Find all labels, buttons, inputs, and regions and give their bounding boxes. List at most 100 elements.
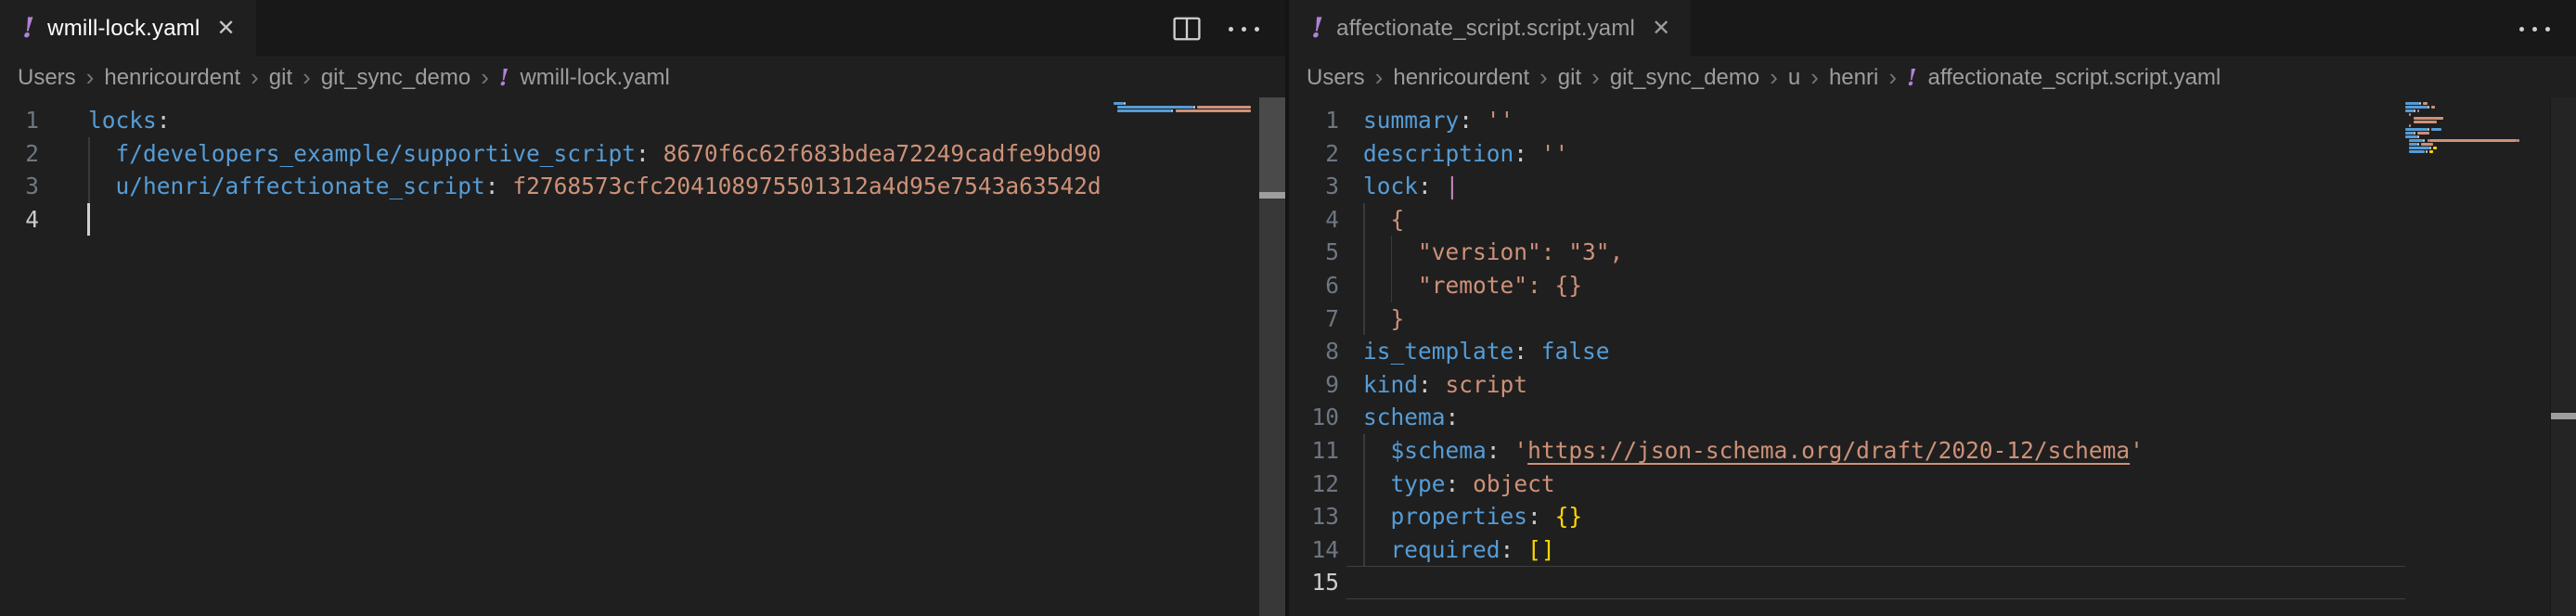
line-number[interactable]: 7 — [1289, 302, 1339, 336]
more-actions-icon[interactable] — [2518, 21, 2552, 37]
minimap-line — [1114, 109, 1251, 112]
line-number[interactable]: 15 — [1289, 566, 1339, 599]
breadcrumb-file[interactable]: affectionate_script.script.yaml — [1928, 65, 2222, 91]
breadcrumb-file[interactable]: wmill-lock.yaml — [520, 65, 669, 91]
line-number[interactable]: 14 — [1289, 533, 1339, 567]
minimap-line — [2405, 109, 2543, 112]
minimap[interactable] — [2405, 102, 2543, 165]
code-line[interactable]: } — [1363, 302, 2405, 336]
line-number[interactable]: 1 — [1289, 104, 1339, 137]
code-line[interactable]: kind: script — [1363, 368, 2405, 402]
breadcrumb-item[interactable]: henricourdent — [1393, 65, 1529, 91]
breadcrumb-separator-icon: › — [1375, 65, 1384, 89]
minimap-line — [1114, 102, 1251, 105]
editor-left[interactable]: 1 locks: 2 f/developers_example/supportive… — [0, 97, 1285, 616]
code-line[interactable]: { — [1363, 203, 2405, 237]
vertical-scrollbar[interactable] — [2550, 97, 2576, 616]
line-number[interactable]: 2 — [1289, 137, 1339, 171]
line-number[interactable]: 12 — [1289, 468, 1339, 501]
code-line[interactable]: schema: — [1363, 401, 2405, 434]
line-number[interactable]: 9 — [1289, 368, 1339, 402]
overview-cursor-marker — [1259, 192, 1285, 199]
editor-group-left: ! wmill-lock.yaml ✕ Users › henricourdent ›… — [0, 0, 1285, 616]
code-line[interactable]: properties: {} — [1363, 500, 2405, 533]
line-number[interactable]: 4 — [1289, 203, 1339, 237]
line-number[interactable]: 10 — [1289, 401, 1339, 434]
breadcrumb-separator-icon: › — [1888, 65, 1897, 89]
editor-actions-left — [1171, 0, 1285, 58]
minimap-line — [2405, 121, 2543, 123]
yaml-file-icon: ! — [499, 67, 509, 89]
tab-bar-right: ! affectionate_script.script.yaml ✕ — [1289, 0, 2576, 58]
line-number[interactable]: 11 — [1289, 434, 1339, 468]
editor-group-right: ! affectionate_script.script.yaml ✕ User… — [1289, 0, 2576, 616]
line-number[interactable]: 13 — [1289, 500, 1339, 533]
scrollbar-thumb[interactable] — [1259, 97, 1285, 199]
editor-right[interactable]: 1 summary: '' 2 description: '' 3 lock: | 4 {5… — [1289, 97, 2576, 616]
line-number[interactable]: 6 — [1289, 269, 1339, 302]
minimap-line — [2405, 128, 2543, 131]
editor-actions-right — [2518, 0, 2576, 58]
breadcrumb-item[interactable]: Users — [1307, 65, 1365, 91]
breadcrumb-separator-icon: › — [1591, 65, 1600, 89]
more-actions-icon[interactable] — [1227, 21, 1261, 37]
breadcrumb-item[interactable]: henricourdent — [104, 65, 240, 91]
minimap-line — [1114, 106, 1251, 109]
line-number[interactable]: 1 — [0, 104, 39, 137]
breadcrumb-item[interactable]: henri — [1829, 65, 1878, 91]
code-line[interactable]: type: object — [1363, 468, 2405, 501]
minimap-line — [2405, 102, 2543, 105]
code-line[interactable]: locks: — [88, 104, 1114, 137]
line-number[interactable]: 3 — [0, 170, 39, 203]
code-line[interactable]: is_template: false — [1363, 335, 2405, 368]
line-number[interactable]: 5 — [1289, 236, 1339, 269]
minimap-line — [2405, 124, 2543, 127]
tab-wmill-lock-yaml[interactable]: ! wmill-lock.yaml ✕ — [0, 0, 256, 58]
minimap-line — [2405, 143, 2543, 146]
breadcrumb-separator-icon: › — [303, 65, 311, 89]
minimap-line — [2405, 135, 2543, 138]
code-line[interactable]: "remote": {} — [1363, 269, 2405, 302]
yaml-file-icon: ! — [1311, 15, 1323, 43]
tab-affectionate-script-yaml[interactable]: ! affectionate_script.script.yaml ✕ — [1289, 0, 1691, 58]
vscode-window: ! wmill-lock.yaml ✕ Users › henricourdent ›… — [0, 0, 2576, 616]
overview-cursor-marker — [2551, 413, 2576, 419]
vertical-scrollbar[interactable] — [1259, 97, 1285, 616]
code-line[interactable] — [88, 203, 1114, 237]
breadcrumb-item[interactable]: git — [269, 65, 292, 91]
breadcrumb-separator-icon: › — [86, 65, 95, 89]
breadcrumb-item[interactable]: git — [1558, 65, 1581, 91]
tab-label: affectionate_script.script.yaml — [1336, 16, 1635, 42]
minimap-line — [2405, 147, 2543, 149]
breadcrumb-item[interactable]: git_sync_demo — [1610, 65, 1759, 91]
code-line[interactable]: $schema: 'https://json-schema.org/draft/… — [1363, 434, 2405, 468]
code-line[interactable]: summary: '' — [1363, 104, 2405, 137]
code-line[interactable]: required: [] — [1363, 533, 2405, 567]
minimap-line — [2405, 117, 2543, 120]
code-line[interactable]: "version": "3", — [1363, 236, 2405, 269]
tab-close-icon[interactable]: ✕ — [217, 18, 236, 40]
line-number[interactable]: 4 — [0, 203, 39, 237]
code-line[interactable] — [1363, 566, 2405, 599]
breadcrumbs-right: Users›henricourdent›git›git_sync_demo›u›… — [1289, 58, 2576, 97]
breadcrumb-item[interactable]: git_sync_demo — [321, 65, 470, 91]
code-line[interactable]: u/henri/affectionate_script: f2768573cfc… — [88, 170, 1114, 203]
minimap-line — [2405, 113, 2543, 116]
line-number[interactable]: 3 — [1289, 170, 1339, 203]
minimap-line — [2405, 154, 2543, 157]
tab-close-icon[interactable]: ✕ — [1652, 18, 1670, 40]
breadcrumb-item[interactable]: Users — [18, 65, 76, 91]
minimap-line — [2405, 132, 2543, 135]
line-number[interactable]: 8 — [1289, 335, 1339, 368]
yaml-file-icon: ! — [1907, 67, 1917, 89]
code-line[interactable]: lock: | — [1363, 170, 2405, 203]
code-line[interactable]: f/developers_example/supportive_script: … — [88, 137, 1114, 171]
tab-bar-left: ! wmill-lock.yaml ✕ — [0, 0, 1285, 58]
line-number[interactable]: 2 — [0, 137, 39, 171]
yaml-file-icon: ! — [22, 15, 34, 43]
code-line[interactable]: description: '' — [1363, 137, 2405, 171]
breadcrumb-item[interactable]: u — [1788, 65, 1800, 91]
breadcrumb-separator-icon: › — [1539, 65, 1548, 89]
minimap[interactable] — [1114, 102, 1251, 124]
split-editor-icon[interactable] — [1171, 13, 1203, 45]
